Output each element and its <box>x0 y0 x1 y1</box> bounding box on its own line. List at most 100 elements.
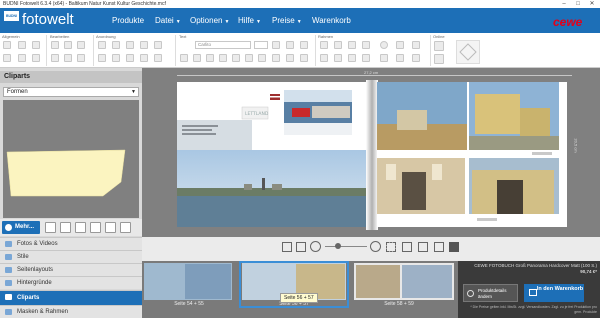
frame-corner-icon[interactable] <box>362 41 370 49</box>
align-bottom-icon[interactable] <box>126 54 134 62</box>
add-to-cart-button[interactable]: In den Warenkorb <box>524 284 584 302</box>
save-icon[interactable] <box>18 41 26 49</box>
bring-forward-icon[interactable] <box>140 41 148 49</box>
clipart-shape[interactable] <box>3 100 139 218</box>
text-align-right-icon[interactable] <box>245 54 253 62</box>
align-left-icon[interactable] <box>98 41 106 49</box>
opacity-icon[interactable] <box>362 54 370 62</box>
text-color-icon[interactable] <box>272 41 280 49</box>
fullscreen-icon[interactable] <box>402 242 412 252</box>
list-icon[interactable] <box>272 54 280 62</box>
settings-icon[interactable] <box>18 54 26 62</box>
crop-icon[interactable] <box>77 54 85 62</box>
nav-cliparts[interactable]: Cliparts <box>0 290 142 305</box>
text-highlight-icon[interactable] <box>286 41 294 49</box>
nav-hintergruende[interactable]: Hintergründe <box>0 276 142 289</box>
fit-screen-icon[interactable] <box>386 242 396 252</box>
paste-icon[interactable] <box>77 41 85 49</box>
zoom-out-icon[interactable] <box>310 241 321 252</box>
nav-fotos-videos[interactable]: Fotos & Videos <box>0 237 142 250</box>
menu-produkte[interactable]: Produkte <box>112 8 144 33</box>
open-icon[interactable] <box>32 41 40 49</box>
send-back-icon[interactable] <box>154 41 162 49</box>
zoom-in-icon[interactable] <box>370 241 381 252</box>
bold-icon[interactable] <box>180 54 188 62</box>
frame-circle-icon[interactable] <box>380 41 388 49</box>
frame-border-icon[interactable] <box>334 41 342 49</box>
info-icon[interactable] <box>120 222 131 233</box>
rotate-view-icon[interactable] <box>434 242 444 252</box>
frame-lock-icon[interactable] <box>380 54 388 62</box>
flip-icon[interactable] <box>348 54 356 62</box>
nav-stile[interactable]: Stile <box>0 250 142 263</box>
thumbnail-label: Seite 58 + 59 <box>384 301 414 307</box>
sort-icon[interactable] <box>105 222 116 233</box>
dark-mode-icon[interactable] <box>449 242 459 252</box>
zoom-slider-handle[interactable] <box>335 243 341 249</box>
home-button[interactable] <box>82 8 104 33</box>
minimize-button[interactable]: – <box>557 0 571 8</box>
frame-shadow-icon[interactable] <box>348 41 356 49</box>
canvas-area: 27,2 cm 20,5 cm LETTLAND <box>142 68 600 237</box>
nav-seitenlayouts[interactable]: Seitenlayouts <box>0 263 142 276</box>
text-align-left-icon[interactable] <box>219 54 227 62</box>
grid-view-icon[interactable] <box>296 242 306 252</box>
new-icon[interactable] <box>3 41 11 49</box>
ungroup-icon[interactable] <box>154 54 162 62</box>
product-details-button[interactable]: Produktdetails ändern <box>463 284 518 302</box>
underline-icon[interactable] <box>206 54 214 62</box>
cut-icon[interactable] <box>51 41 59 49</box>
font-size-select[interactable] <box>254 41 268 49</box>
preview-icon[interactable] <box>418 242 428 252</box>
menu-hilfe[interactable]: Hilfe ▼ <box>238 8 261 33</box>
view-grid-icon[interactable] <box>60 222 71 233</box>
magic-icon[interactable] <box>32 54 40 62</box>
photobook-spread[interactable]: LETTLAND <box>172 80 572 235</box>
rotate-right-icon[interactable] <box>334 54 342 62</box>
upload-icon[interactable] <box>434 41 444 51</box>
group-label-text: Text <box>179 34 187 39</box>
copy-icon[interactable] <box>64 41 72 49</box>
thumbnail-label: Seite 54 + 55 <box>174 301 204 307</box>
frame-fill-icon[interactable] <box>412 41 420 49</box>
align-top-icon[interactable] <box>112 54 120 62</box>
share-icon[interactable] <box>434 54 444 64</box>
more-button[interactable]: Mehr... <box>2 221 40 234</box>
zoom-slider[interactable] <box>325 246 367 247</box>
frame-icon[interactable] <box>320 41 328 49</box>
single-page-icon[interactable] <box>282 242 292 252</box>
view-list-icon[interactable] <box>75 222 86 233</box>
duplicate-icon[interactable] <box>64 54 72 62</box>
frame-mask-icon[interactable] <box>396 41 404 49</box>
close-button[interactable]: ✕ <box>585 0 599 8</box>
menu-datei[interactable]: Datei ▼ <box>155 8 181 33</box>
font-family-select[interactable]: Carlito <box>195 41 251 49</box>
rotate-left-icon[interactable] <box>320 54 328 62</box>
delete-icon[interactable] <box>51 54 59 62</box>
clipart-category-select[interactable]: Formen ▼ <box>3 87 139 97</box>
filter-icon[interactable] <box>90 222 101 233</box>
group-label-rahmen: Rahmen <box>318 34 334 39</box>
search-icon[interactable] <box>45 222 56 233</box>
menu-optionen[interactable]: Optionen ▼ <box>190 8 229 33</box>
text-align-center-icon[interactable] <box>232 54 240 62</box>
group-icon[interactable] <box>140 54 148 62</box>
align-center-icon[interactable] <box>112 41 120 49</box>
text-effects-icon[interactable] <box>300 41 308 49</box>
line-spacing-icon[interactable] <box>286 54 294 62</box>
italic-icon[interactable] <box>193 54 201 62</box>
frame-color-icon[interactable] <box>396 54 404 62</box>
magnet-icon[interactable] <box>98 54 106 62</box>
text-justify-icon[interactable] <box>258 54 266 62</box>
menu-preise[interactable]: Preise ▼ <box>272 8 302 33</box>
menu-warenkorb[interactable]: Warenkorb <box>312 8 351 33</box>
undo-icon[interactable] <box>3 54 11 62</box>
diamond-icon[interactable] <box>456 40 480 64</box>
clipart-icon <box>5 294 12 300</box>
align-right-icon[interactable] <box>126 41 134 49</box>
frame-width-icon[interactable] <box>412 54 420 62</box>
text-shadow-icon[interactable] <box>300 54 308 62</box>
maximize-button[interactable]: □ <box>571 0 585 8</box>
nav-masken-rahmen[interactable]: Masken & Rahmen <box>0 305 142 318</box>
group-divider <box>315 35 316 66</box>
